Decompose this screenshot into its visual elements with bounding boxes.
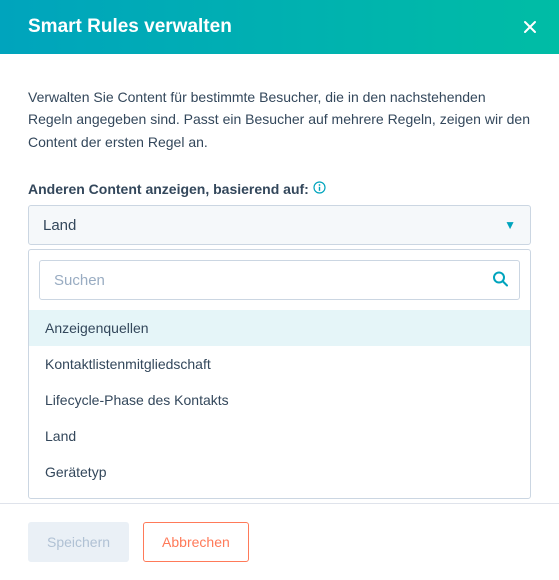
description-text: Verwalten Sie Content für bestimmte Besu… — [28, 86, 531, 153]
field-label: Anderen Content anzeigen, basierend auf: — [28, 181, 531, 197]
modal-title: Smart Rules verwalten — [28, 16, 232, 38]
options-list: Anzeigenquellen Kontaktlistenmitgliedsch… — [29, 310, 530, 488]
info-icon[interactable] — [313, 181, 326, 197]
search-wrap — [39, 260, 520, 300]
list-item[interactable]: Land — [29, 418, 530, 454]
field-label-text: Anderen Content anzeigen, basierend auf: — [28, 181, 309, 197]
search-input[interactable] — [39, 260, 520, 300]
chevron-down-icon: ▼ — [504, 218, 516, 232]
list-item[interactable]: Lifecycle-Phase des Kontakts — [29, 382, 530, 418]
criteria-select[interactable]: Land ▼ — [28, 205, 531, 245]
list-item[interactable]: Kontaktlistenmitgliedschaft — [29, 346, 530, 382]
modal-header: Smart Rules verwalten — [0, 0, 559, 54]
modal-footer: Speichern Abbrechen — [0, 503, 559, 580]
dropdown-panel: Anzeigenquellen Kontaktlistenmitgliedsch… — [28, 249, 531, 499]
save-button: Speichern — [28, 522, 129, 562]
cancel-button[interactable]: Abbrechen — [143, 522, 249, 562]
list-item[interactable]: Gerätetyp — [29, 454, 530, 488]
list-item[interactable]: Anzeigenquellen — [29, 310, 530, 346]
modal-body: Verwalten Sie Content für bestimmte Besu… — [0, 54, 559, 545]
search-icon[interactable] — [492, 271, 508, 290]
select-value: Land — [43, 217, 76, 234]
close-icon[interactable] — [521, 18, 539, 36]
